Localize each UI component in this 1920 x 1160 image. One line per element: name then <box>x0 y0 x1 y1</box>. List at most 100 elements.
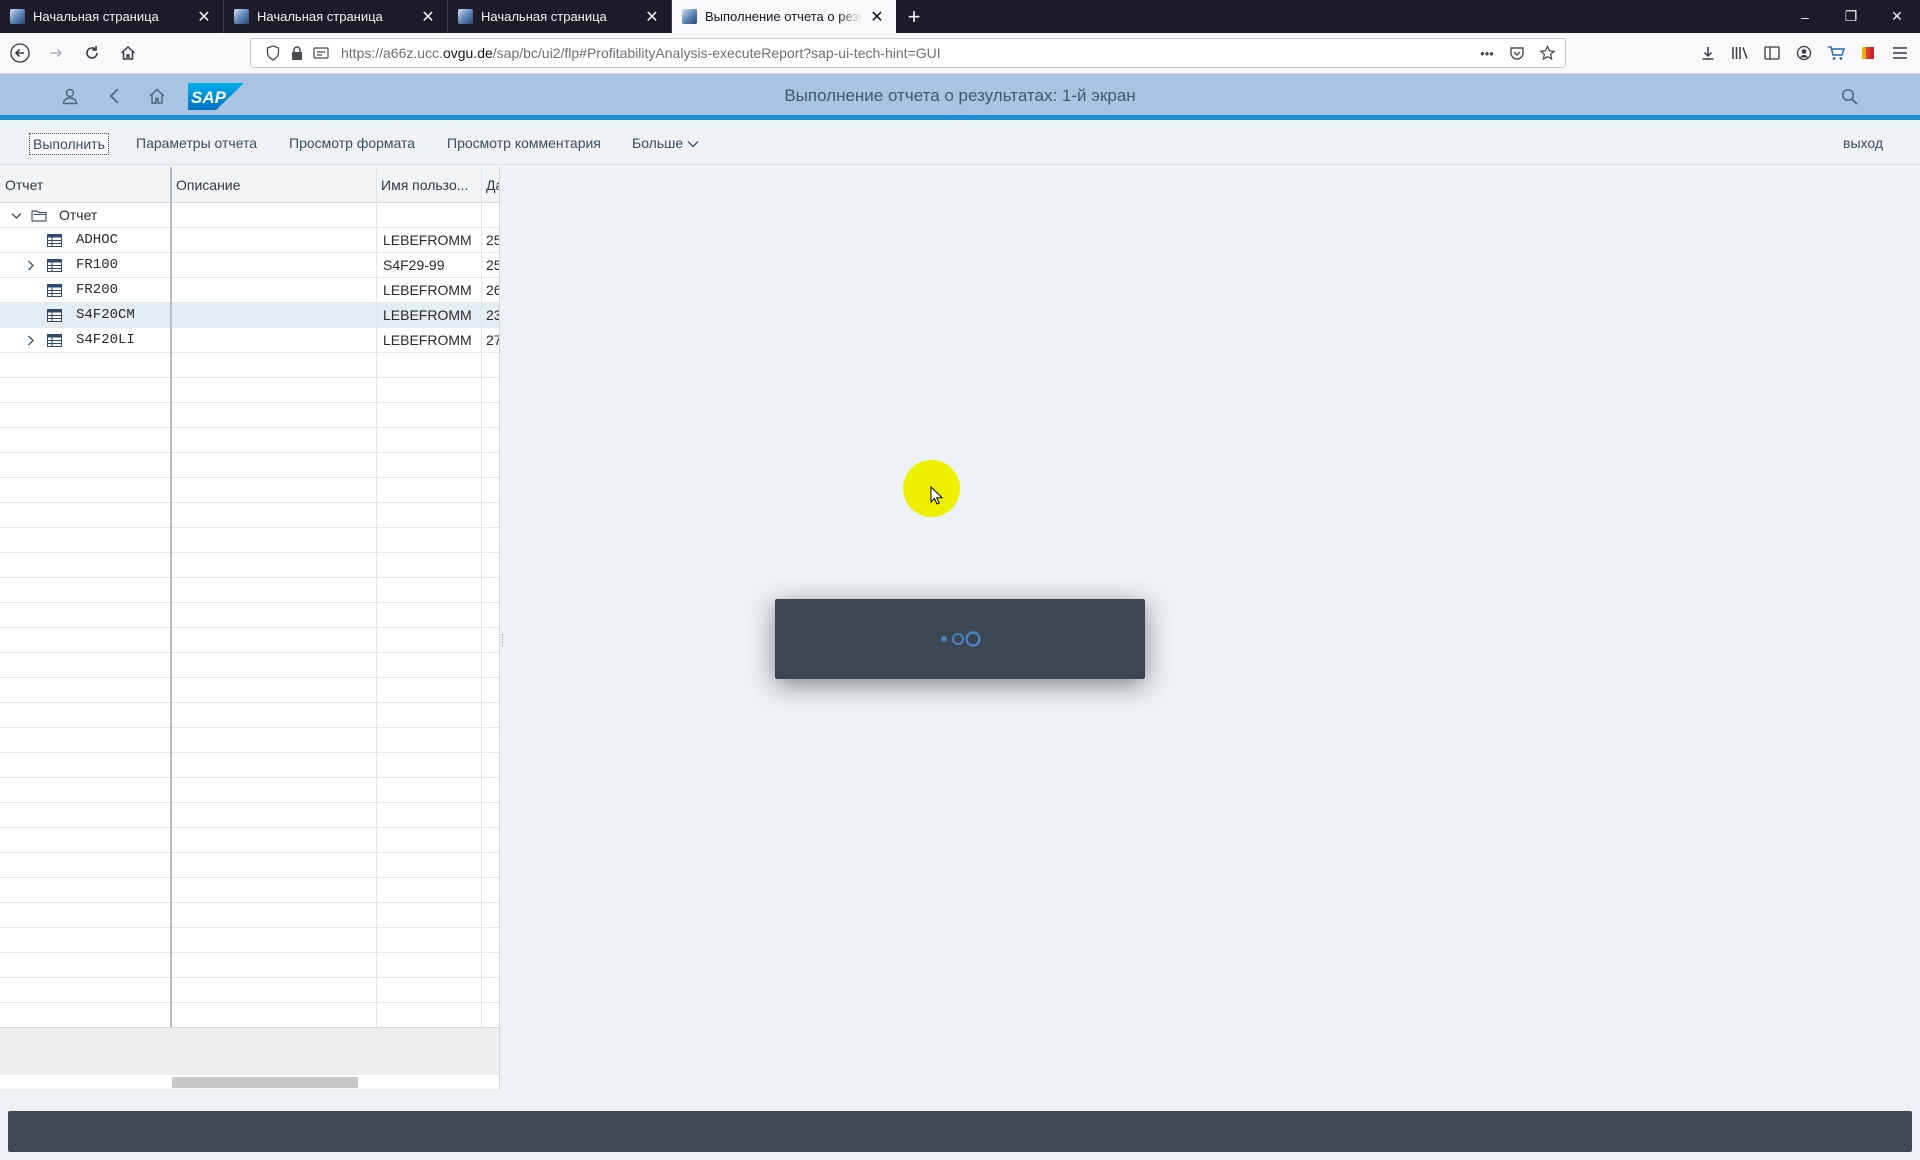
status-bar <box>8 1111 1912 1152</box>
empty-row <box>0 528 499 553</box>
column-header-user[interactable]: Имя пользо... <box>376 167 481 203</box>
report-name: ADHOC <box>76 232 119 248</box>
table-row[interactable]: ADHOC LEBEFROMM 25 <box>0 228 499 253</box>
close-icon[interactable]: ✕ <box>868 8 886 26</box>
new-tab-button[interactable]: + <box>896 0 932 33</box>
empty-row <box>0 853 499 878</box>
browser-tab-3[interactable]: Начальная страница ✕ <box>448 0 672 33</box>
back-arrow-icon <box>10 43 30 63</box>
back-button[interactable] <box>4 37 36 69</box>
page-actions-icon[interactable]: ••• <box>1477 43 1497 63</box>
cart-extension-icon[interactable] <box>1824 38 1848 68</box>
report-user: S4F29-99 <box>383 257 445 273</box>
report-name: FR100 <box>76 257 119 273</box>
close-window-icon[interactable]: ✕ <box>1874 0 1920 33</box>
menu-icon[interactable] <box>1888 38 1912 68</box>
column-header-description[interactable]: Описание <box>171 167 376 203</box>
reload-icon <box>86 46 98 59</box>
table-row-selected[interactable]: S4F20CM LEBEFROMM 23 <box>0 303 499 328</box>
empty-row <box>0 828 499 853</box>
report-user: LEBEFROMM <box>383 282 472 298</box>
tree-root-row[interactable]: Отчет <box>0 203 499 228</box>
flag-extension-icon[interactable] <box>1856 38 1880 68</box>
forward-button[interactable] <box>40 37 72 69</box>
url-domain: ovgu.de <box>442 45 493 61</box>
home-button[interactable] <box>112 37 144 69</box>
empty-row <box>0 403 499 428</box>
browser-tab-active[interactable]: Выполнение отчета о результатах: 1-й экр… <box>672 0 896 33</box>
busy-spinner-icon <box>941 631 981 647</box>
execute-button[interactable]: Выполнить <box>29 133 109 155</box>
column-divider[interactable] <box>481 167 482 1027</box>
forward-arrow-icon <box>50 48 63 58</box>
browser-tab-strip: Начальная страница ✕ Начальная страница … <box>0 0 1920 33</box>
report-params-button[interactable]: Параметры отчета <box>133 133 260 155</box>
browser-tab-2[interactable]: Начальная страница ✕ <box>224 0 448 33</box>
empty-row <box>0 803 499 828</box>
close-icon[interactable]: ✕ <box>419 8 437 26</box>
download-icon[interactable] <box>1696 38 1720 68</box>
splitter-grip[interactable] <box>502 634 505 646</box>
chevron-right-icon[interactable] <box>24 328 38 353</box>
grid-header: Отчет Описание Имя пользо... Да <box>0 167 499 203</box>
pocket-icon[interactable] <box>1507 43 1527 63</box>
chevron-right-icon[interactable] <box>24 253 38 278</box>
format-view-button[interactable]: Просмотр формата <box>286 133 418 155</box>
empty-row <box>0 353 499 378</box>
shield-icon[interactable] <box>263 43 283 63</box>
empty-row <box>0 928 499 953</box>
grid-body: Отчет ADHOC LEBEFROMM 25 FR100 S4F29-99 … <box>0 203 499 1028</box>
tree-root-label: Отчет <box>59 207 98 223</box>
horizontal-scrollbar[interactable] <box>172 1077 358 1088</box>
browser-tab-1[interactable]: Начальная страница ✕ <box>0 0 224 33</box>
library-icon[interactable] <box>1728 38 1752 68</box>
chevron-down-icon <box>687 141 699 148</box>
browser-navigation-bar: https://a66z.ucc.ovgu.de/sap/bc/ui2/flp#… <box>0 33 1920 74</box>
exit-button[interactable]: выход <box>1840 133 1886 155</box>
report-name: S4F20LI <box>76 332 135 348</box>
table-icon <box>47 284 62 297</box>
bookmark-star-icon[interactable] <box>1537 43 1557 63</box>
sidebar-icon[interactable] <box>1760 38 1784 68</box>
url-text[interactable]: https://a66z.ucc.ovgu.de/sap/bc/ui2/flp#… <box>341 45 941 61</box>
report-tree-grid: Отчет Описание Имя пользо... Да Отчет AD… <box>0 167 500 1089</box>
sap-favicon-icon <box>682 9 697 24</box>
report-user: LEBEFROMM <box>383 332 472 348</box>
account-icon[interactable] <box>1792 38 1816 68</box>
permissions-icon[interactable] <box>311 43 331 63</box>
table-row[interactable]: FR200 LEBEFROMM 26 <box>0 278 499 303</box>
grid-footer-area <box>0 1027 499 1075</box>
report-name: S4F20CM <box>76 307 135 323</box>
chevron-down-icon[interactable] <box>9 203 23 228</box>
minimize-icon[interactable]: – <box>1782 0 1828 33</box>
sap-favicon-icon <box>10 9 25 24</box>
comment-view-button[interactable]: Просмотр комментария <box>444 133 604 155</box>
more-label: Больше <box>632 135 684 151</box>
column-divider[interactable] <box>170 167 172 1075</box>
url-path: /sap/bc/ui2/flp#ProfitabilityAnalysis-ex… <box>492 45 941 61</box>
sap-favicon-icon <box>458 9 473 24</box>
table-icon <box>47 309 62 322</box>
empty-row <box>0 753 499 778</box>
url-bar[interactable]: https://a66z.ucc.ovgu.de/sap/bc/ui2/flp#… <box>250 38 1566 68</box>
sap-shell-header: SAP Выполнение отчета о результатах: 1-й… <box>0 74 1920 121</box>
report-user: LEBEFROMM <box>383 232 472 248</box>
lock-icon[interactable] <box>287 43 307 63</box>
shell-resize-grip[interactable] <box>954 120 966 124</box>
table-row[interactable]: S4F20LI LEBEFROMM 27 <box>0 328 499 353</box>
search-icon <box>1841 88 1858 105</box>
empty-row <box>0 903 499 928</box>
column-header-report[interactable]: Отчет <box>0 167 170 203</box>
close-icon[interactable]: ✕ <box>195 8 213 26</box>
column-divider[interactable] <box>376 167 377 1027</box>
more-menu-button[interactable]: Больше <box>629 133 702 155</box>
report-date: 26 <box>486 282 499 298</box>
column-header-date[interactable]: Да <box>481 167 499 203</box>
shell-search-button[interactable] <box>1834 81 1864 111</box>
empty-row <box>0 653 499 678</box>
reload-button[interactable] <box>76 37 108 69</box>
table-row[interactable]: FR100 S4F29-99 25 <box>0 253 499 278</box>
empty-row <box>0 503 499 528</box>
restore-icon[interactable]: ❐ <box>1828 0 1874 33</box>
close-icon[interactable]: ✕ <box>643 8 661 26</box>
